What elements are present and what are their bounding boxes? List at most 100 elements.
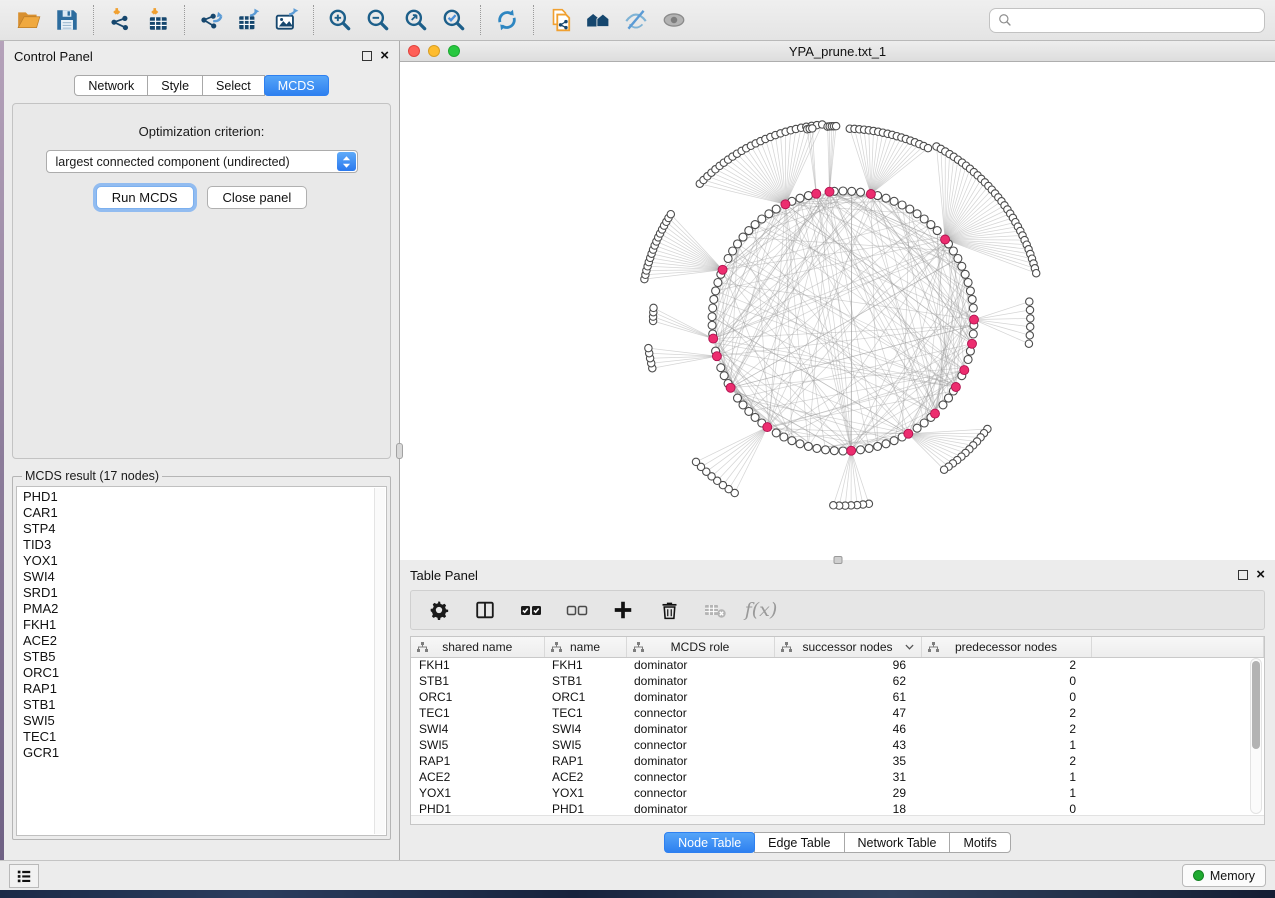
table-cell[interactable]: 1: [921, 737, 1091, 753]
tab-select[interactable]: Select: [202, 75, 265, 96]
table-cell[interactable]: 2: [921, 657, 1091, 673]
network-window-titlebar[interactable]: YPA_prune.txt_1: [400, 41, 1275, 62]
mcds-result-item[interactable]: PHD1: [23, 489, 380, 505]
table-cell[interactable]: STB1: [411, 673, 544, 689]
table-cell[interactable]: 29: [774, 785, 921, 801]
table-cell[interactable]: SWI5: [544, 737, 626, 753]
memory-button[interactable]: Memory: [1182, 864, 1266, 887]
table-cell[interactable]: dominator: [626, 673, 774, 689]
task-history-button[interactable]: [9, 864, 39, 888]
mcds-result-item[interactable]: SWI5: [23, 713, 380, 729]
add-column-icon[interactable]: [609, 596, 637, 624]
first-neighbors-icon[interactable]: [579, 4, 617, 36]
tab-style[interactable]: Style: [147, 75, 203, 96]
optimization-criterion-select[interactable]: largest connected component (undirected): [46, 150, 358, 173]
table-cell[interactable]: STB1: [544, 673, 626, 689]
tab-network-table[interactable]: Network Table: [844, 832, 951, 853]
export-network-icon[interactable]: [192, 4, 230, 36]
delete-table-icon[interactable]: [701, 596, 729, 624]
table-cell[interactable]: dominator: [626, 689, 774, 705]
settings-gear-icon[interactable]: [425, 596, 453, 624]
mcds-result-item[interactable]: ACE2: [23, 633, 380, 649]
table-cell[interactable]: connector: [626, 769, 774, 785]
mcds-result-item[interactable]: SRD1: [23, 585, 380, 601]
close-table-panel-icon[interactable]: ×: [1256, 570, 1265, 580]
table-scrollbar-thumb[interactable]: [1252, 661, 1260, 749]
column-header-successor-nodes[interactable]: successor nodes: [774, 637, 921, 657]
table-cell[interactable]: ACE2: [411, 769, 544, 785]
deselect-all-icon[interactable]: [563, 596, 591, 624]
table-cell[interactable]: 47: [774, 705, 921, 721]
show-all-icon[interactable]: [655, 4, 693, 36]
close-mcds-panel-button[interactable]: Close panel: [207, 186, 308, 209]
network-canvas[interactable]: [400, 62, 1275, 560]
table-cell[interactable]: 1: [921, 785, 1091, 801]
tab-node-table[interactable]: Node Table: [664, 832, 755, 853]
table-cell[interactable]: YOX1: [544, 785, 626, 801]
table-cell[interactable]: dominator: [626, 753, 774, 769]
import-network-icon[interactable]: [101, 4, 139, 36]
tab-motifs[interactable]: Motifs: [949, 832, 1010, 853]
table-row[interactable]: ORC1ORC1dominator610: [411, 689, 1264, 705]
zoom-selected-icon[interactable]: [435, 4, 473, 36]
search-field[interactable]: [989, 8, 1265, 33]
column-header-shared-name[interactable]: shared name: [411, 637, 544, 657]
tab-network[interactable]: Network: [74, 75, 148, 96]
table-cell[interactable]: YOX1: [411, 785, 544, 801]
zoom-out-icon[interactable]: [359, 4, 397, 36]
table-cell[interactable]: dominator: [626, 721, 774, 737]
mcds-result-item[interactable]: TEC1: [23, 729, 380, 745]
mcds-result-item[interactable]: STB1: [23, 697, 380, 713]
zoom-in-icon[interactable]: [321, 4, 359, 36]
column-header-name[interactable]: name: [544, 637, 626, 657]
mcds-result-item[interactable]: GCR1: [23, 745, 380, 761]
table-cell[interactable]: FKH1: [544, 657, 626, 673]
hide-selected-icon[interactable]: [617, 4, 655, 36]
mcds-list-scrollbar[interactable]: [374, 488, 385, 834]
table-cell[interactable]: RAP1: [544, 753, 626, 769]
table-cell[interactable]: connector: [626, 785, 774, 801]
delete-column-icon[interactable]: [655, 596, 683, 624]
table-cell[interactable]: FKH1: [411, 657, 544, 673]
table-cell[interactable]: 61: [774, 689, 921, 705]
column-header-predecessor-nodes[interactable]: predecessor nodes: [921, 637, 1091, 657]
mcds-result-item[interactable]: RAP1: [23, 681, 380, 697]
table-cell[interactable]: SWI5: [411, 737, 544, 753]
mcds-result-item[interactable]: SWI4: [23, 569, 380, 585]
table-cell[interactable]: connector: [626, 705, 774, 721]
table-row[interactable]: SWI4SWI4dominator462: [411, 721, 1264, 737]
table-cell[interactable]: dominator: [626, 657, 774, 673]
table-row[interactable]: SWI5SWI5connector431: [411, 737, 1264, 753]
function-builder-icon[interactable]: f(x): [747, 596, 775, 624]
table-cell[interactable]: 96: [774, 657, 921, 673]
table-cell[interactable]: ORC1: [411, 689, 544, 705]
select-all-icon[interactable]: [517, 596, 545, 624]
table-row[interactable]: YOX1YOX1connector291: [411, 785, 1264, 801]
tab-mcds[interactable]: MCDS: [264, 75, 329, 96]
table-cell[interactable]: RAP1: [411, 753, 544, 769]
table-cell[interactable]: 0: [921, 689, 1091, 705]
table-cell[interactable]: 31: [774, 769, 921, 785]
table-row[interactable]: RAP1RAP1dominator352: [411, 753, 1264, 769]
mcds-result-item[interactable]: TID3: [23, 537, 380, 553]
export-table-icon[interactable]: [230, 4, 268, 36]
table-cell[interactable]: 2: [921, 705, 1091, 721]
table-cell[interactable]: 35: [774, 753, 921, 769]
table-splitter-handle[interactable]: [833, 556, 842, 564]
export-image-icon[interactable]: [268, 4, 306, 36]
table-scrollbar[interactable]: [1250, 658, 1262, 814]
tab-edge-table[interactable]: Edge Table: [754, 832, 844, 853]
table-cell[interactable]: 62: [774, 673, 921, 689]
mcds-result-item[interactable]: STB5: [23, 649, 380, 665]
mcds-result-item[interactable]: ORC1: [23, 665, 380, 681]
table-cell[interactable]: 2: [921, 753, 1091, 769]
panel-splitter-handle[interactable]: [396, 443, 403, 459]
save-icon[interactable]: [48, 4, 86, 36]
table-cell[interactable]: 46: [774, 721, 921, 737]
column-header-MCDS-role[interactable]: MCDS role: [626, 637, 774, 657]
zoom-fit-icon[interactable]: [397, 4, 435, 36]
mcds-result-item[interactable]: FKH1: [23, 617, 380, 633]
search-input[interactable]: [1018, 13, 1256, 27]
table-row[interactable]: STB1STB1dominator620: [411, 673, 1264, 689]
table-cell[interactable]: ORC1: [544, 689, 626, 705]
